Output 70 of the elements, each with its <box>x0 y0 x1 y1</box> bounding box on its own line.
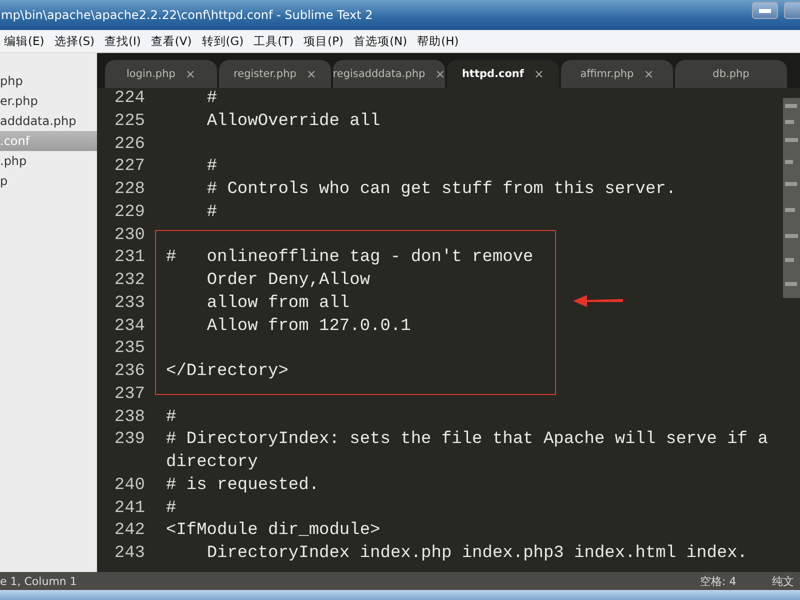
code-line: # <box>206 156 218 178</box>
code-line: # <box>206 202 218 224</box>
cursor-position: e 1, Column 1 <box>0 574 77 588</box>
code-line: # <box>206 88 218 110</box>
code-line: AllowOverride all <box>206 110 380 133</box>
line-number: 243 <box>113 543 145 565</box>
menu-item[interactable]: 选择(S) <box>54 34 95 48</box>
line-number: 227 <box>113 156 145 178</box>
line-number: 242 <box>113 520 145 542</box>
menu-item[interactable]: 查看(V) <box>150 34 192 48</box>
file-item[interactable]: adddata.php <box>0 111 97 131</box>
line-number: 229 <box>113 202 145 224</box>
line-number: 241 <box>113 498 145 520</box>
code-line: # <box>166 498 176 520</box>
code-line: allow from all <box>206 292 350 315</box>
menu-item[interactable]: 查找(I) <box>104 34 141 48</box>
close-icon[interactable]: × <box>644 67 654 81</box>
file-item[interactable]: .php <box>0 151 97 171</box>
line-number: 226 <box>113 134 145 156</box>
code-line: </Directory> <box>166 361 288 383</box>
code-line: # onlineoffline tag - don't remove <box>166 247 534 270</box>
tab[interactable]: login.php × <box>105 60 217 88</box>
arrow-icon <box>573 293 623 309</box>
close-icon[interactable]: × <box>185 67 196 81</box>
indent-setting[interactable]: 空格: 4 <box>700 574 736 588</box>
code-line: # Controls who can get stuff from this server. <box>206 179 676 201</box>
syntax-setting[interactable]: 纯文 <box>772 574 794 588</box>
line-number: 234 <box>113 316 145 338</box>
close-icon[interactable]: × <box>534 67 544 81</box>
line-number: 230 <box>113 224 145 246</box>
file-item[interactable]: p <box>0 171 97 191</box>
minimize-button[interactable] <box>752 2 778 19</box>
line-number: 232 <box>113 270 145 292</box>
close-icon[interactable]: × <box>435 67 446 81</box>
menu-item[interactable]: 首选项(N) <box>354 34 408 48</box>
tab[interactable]: db.php <box>675 60 787 88</box>
code-line: Allow from 127.0.0.1 <box>206 316 411 338</box>
minimap-drawing[interactable] <box>783 98 800 298</box>
menu-item[interactable]: 帮助(H) <box>417 34 459 48</box>
file-item[interactable]: php <box>0 71 97 91</box>
code-line: <IfModule dir_module> <box>166 520 380 542</box>
line-number: 238 <box>113 406 145 428</box>
code-line: # <box>166 406 176 428</box>
line-number: 224 <box>113 88 145 110</box>
code-line: Order Deny,Allow <box>206 270 370 292</box>
maximize-button[interactable] <box>784 2 800 19</box>
tab[interactable]: regisadddata.php × <box>333 60 445 88</box>
line-number: 239 <box>113 429 145 452</box>
line-number: 233 <box>113 292 145 315</box>
file-item[interactable]: er.php <box>0 91 97 111</box>
line-number: 237 <box>113 384 145 406</box>
line-number: 235 <box>113 338 145 360</box>
line-number: 240 <box>113 474 145 497</box>
tab[interactable]: httpd.conf × <box>447 60 559 88</box>
window-title: mp\bin\apache\apache2.2.22\conf\httpd.conf - Sublime Text 2 <box>1 8 373 22</box>
tab[interactable]: register.php × <box>219 60 331 88</box>
line-number: 228 <box>113 179 145 201</box>
menu-item[interactable]: 项目(P) <box>304 34 344 48</box>
line-number: 236 <box>113 361 145 383</box>
code-line: # is requested. <box>166 474 320 497</box>
menu-item[interactable]: 转到(G) <box>202 34 244 48</box>
minimize-icon <box>759 8 771 12</box>
code-line: DirectoryIndex index.php index.php3 index.html index. <box>206 543 748 565</box>
close-icon[interactable]: × <box>306 67 316 81</box>
tab[interactable]: affimr.php × <box>561 60 673 88</box>
menu-item[interactable]: 编辑(E) <box>4 34 44 48</box>
line-number: 225 <box>113 110 145 133</box>
line-number: 231 <box>113 247 145 270</box>
code-line: # DirectoryIndex: sets the file that Apache will serve if a directory <box>166 429 769 474</box>
menu-item[interactable]: 工具(T) <box>254 34 294 48</box>
